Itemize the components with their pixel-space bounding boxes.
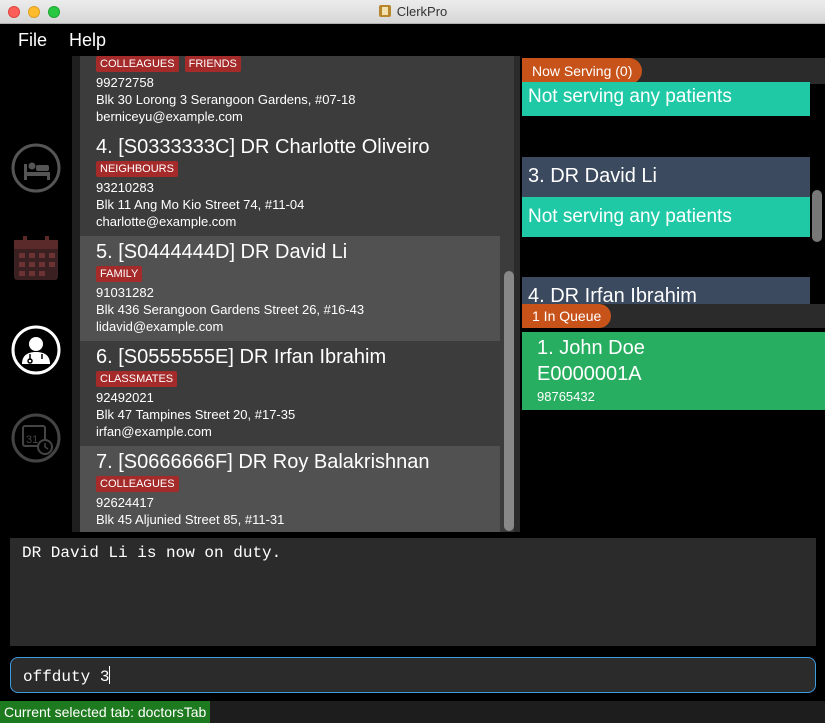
doctor-name: 6. [S0555555E] DR Irfan Ibrahim — [96, 346, 387, 368]
doctor-icon[interactable] — [10, 324, 62, 376]
doctor-address: Blk 11 Ang Mo Kio Street 74, #11-04 — [96, 197, 305, 212]
patient-name: 1. John Doe — [537, 337, 645, 359]
command-text: offduty 3 — [23, 668, 110, 686]
doctor-tag: NEIGHBOURS — [96, 161, 178, 177]
now-serving-label: Now Serving (0) — [522, 58, 643, 84]
doctor-card[interactable]: COLLEAGUES FRIENDS 99272758 Blk 30 Loron… — [80, 56, 500, 131]
doctor-phone: 92624417 — [96, 495, 154, 510]
patient-phone: 98765432 — [537, 389, 595, 404]
result-display: DR David Li is now on duty. — [10, 538, 816, 646]
queue-header: 1 In Queue — [522, 304, 825, 328]
menu-file[interactable]: File — [18, 30, 47, 51]
doctor-phone: 99272758 — [96, 75, 154, 90]
now-serving-header: Now Serving (0) — [522, 58, 825, 84]
svg-text:31: 31 — [26, 434, 38, 446]
queue-patient-card[interactable]: 1. John Doe E0000001A 98765432 — [522, 332, 825, 410]
doctor-tag: FRIENDS — [184, 56, 241, 72]
bed-icon[interactable] — [10, 142, 62, 194]
doctor-tag: FAMILY — [96, 266, 143, 282]
doctor-card[interactable]: 5. [S0444444D] DR David Li FAMILY 910312… — [80, 236, 500, 341]
status-text: Current selected tab: doctorsTab — [0, 701, 211, 723]
doctor-card[interactable]: 7. [S0666666F] DR Roy Balakrishnan COLLE… — [80, 446, 500, 532]
patient-id: E0000001A — [537, 363, 642, 385]
window-title-area: ClerkPro — [0, 4, 825, 19]
doctor-tag: CLASSMATES — [96, 371, 178, 387]
doctor-phone: 91031282 — [96, 285, 154, 300]
doctor-address: Blk 30 Lorong 3 Serangoon Gardens, #07-1… — [96, 92, 356, 107]
sidebar: 31 — [0, 56, 72, 532]
doctor-card[interactable]: 6. [S0555555E] DR Irfan Ibrahim CLASSMAT… — [80, 341, 500, 446]
command-input[interactable]: offduty 3 — [10, 657, 816, 693]
doctor-name: 4. [S0333333C] DR Charlotte Oliveiro — [96, 136, 430, 158]
doctor-list-scroll-thumb[interactable] — [504, 271, 514, 531]
doctor-phone: 93210283 — [96, 180, 154, 195]
doctor-address: Blk 436 Serangoon Gardens Street 26, #16… — [96, 302, 365, 317]
room-doctor-header: 3. DR David Li — [522, 157, 810, 197]
calendar-clock-icon[interactable]: 31 — [10, 412, 62, 464]
doctor-name: 5. [S0444444D] DR David Li — [96, 241, 348, 263]
menu-bar: File Help — [0, 24, 825, 56]
doctor-email: berniceyu@example.com — [96, 109, 243, 124]
now-serving-scroll-thumb[interactable] — [812, 190, 822, 242]
doctor-email: lidavid@example.com — [96, 319, 224, 334]
queue-panel: Now Serving (0) Not serving any patients… — [520, 56, 825, 532]
app-icon — [378, 5, 391, 17]
doctor-card[interactable]: 4. [S0333333C] DR Charlotte Oliveiro NEI… — [80, 131, 500, 236]
status-bar: Current selected tab: doctorsTab — [0, 701, 825, 723]
doctor-address: Blk 47 Tampines Street 20, #17-35 — [96, 407, 296, 422]
doctor-list-panel: COLLEAGUES FRIENDS 99272758 Blk 30 Loron… — [72, 56, 520, 532]
doctor-address: Blk 45 Aljunied Street 85, #11-31 — [96, 512, 285, 527]
text-cursor — [109, 666, 111, 684]
doctor-phone: 92492021 — [96, 390, 154, 405]
queue-count-label: 1 In Queue — [522, 304, 612, 328]
menu-help[interactable]: Help — [69, 30, 106, 51]
doctor-tag: COLLEAGUES — [96, 56, 179, 72]
serving-status: Not serving any patients — [522, 197, 810, 237]
window-titlebar: ClerkPro — [0, 0, 825, 24]
room-doctor-header: 4. DR Irfan Ibrahim — [522, 277, 810, 307]
serving-status: Not serving any patients — [522, 82, 810, 116]
window-title: ClerkPro — [396, 4, 448, 19]
calendar-icon[interactable] — [10, 232, 62, 284]
doctor-email: irfan@example.com — [96, 424, 212, 439]
doctor-list[interactable]: COLLEAGUES FRIENDS 99272758 Blk 30 Loron… — [80, 56, 500, 532]
doctor-tag: COLLEAGUES — [96, 476, 179, 492]
doctor-name: 7. [S0666666F] DR Roy Balakrishnan — [96, 451, 430, 473]
doctor-email: charlotte@example.com — [96, 214, 237, 229]
